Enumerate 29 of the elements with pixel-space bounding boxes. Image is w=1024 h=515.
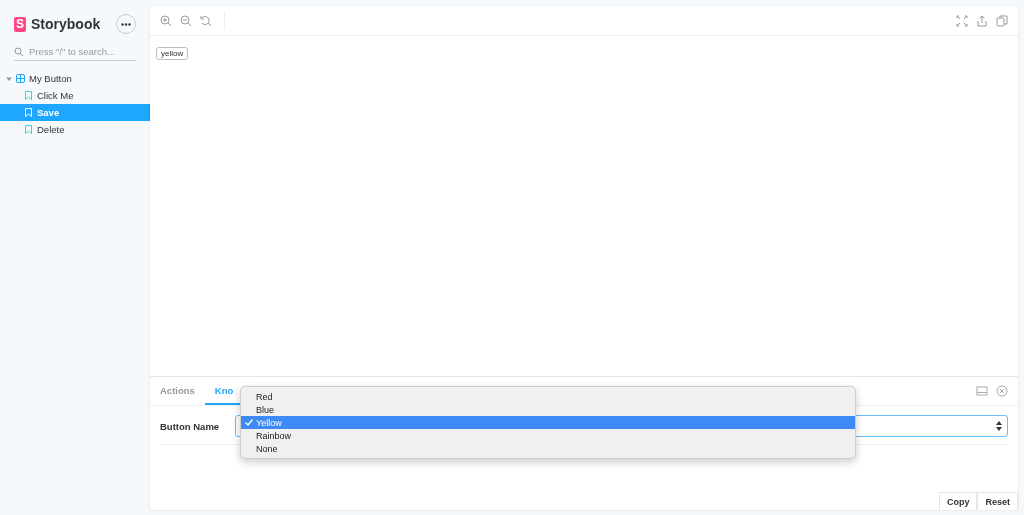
dropdown-option[interactable]: Rainbow [241, 429, 855, 442]
action-button[interactable]: Reset [977, 492, 1018, 510]
search-field[interactable]: Press "/" to search... [29, 46, 134, 57]
dropdown-option[interactable]: Blue [241, 403, 855, 416]
tree-group[interactable]: My Button [0, 70, 150, 87]
share-icon[interactable] [976, 14, 988, 27]
logo-icon: S [14, 16, 26, 32]
app-title: Storybook [31, 16, 102, 32]
story-item[interactable]: Delete [0, 121, 150, 138]
knob-label: Button Name [160, 420, 221, 432]
reset-zoom-icon[interactable] [200, 14, 212, 27]
fullscreen-icon[interactable] [956, 14, 968, 27]
zoom-out-icon[interactable] [180, 14, 192, 27]
story-item[interactable]: Click Me [0, 87, 150, 104]
action-button[interactable]: Copy [939, 492, 978, 510]
grid-icon [16, 74, 25, 83]
dropdown-option[interactable]: None [241, 442, 855, 455]
check-icon [245, 419, 253, 426]
copy-icon[interactable] [996, 14, 1008, 27]
zoom-in-icon[interactable] [160, 14, 172, 27]
more-button[interactable] [116, 14, 136, 34]
ellipsis-icon [121, 22, 131, 26]
search-icon [14, 46, 24, 57]
updown-icon [996, 421, 1002, 431]
close-icon[interactable] [996, 385, 1008, 397]
story-button[interactable]: yellow [156, 47, 189, 60]
panel-icon[interactable] [976, 385, 988, 397]
caret-icon [6, 75, 12, 82]
dropdown-option[interactable]: Red [241, 390, 855, 403]
